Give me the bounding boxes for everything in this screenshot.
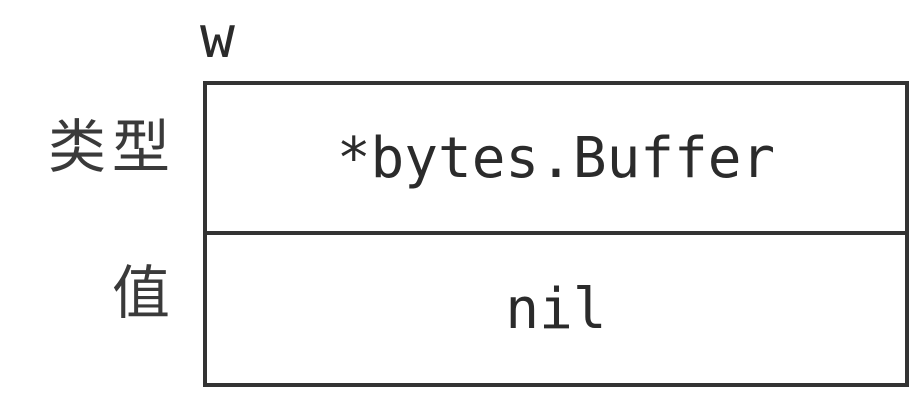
value-cell: nil <box>505 276 607 342</box>
variable-name: w <box>200 3 235 71</box>
interface-box: *bytes.Buffer nil <box>203 81 909 387</box>
type-cell: *bytes.Buffer <box>207 85 905 235</box>
value-row-label: 值 <box>111 259 176 327</box>
type-row-label: 类型 <box>47 113 176 181</box>
